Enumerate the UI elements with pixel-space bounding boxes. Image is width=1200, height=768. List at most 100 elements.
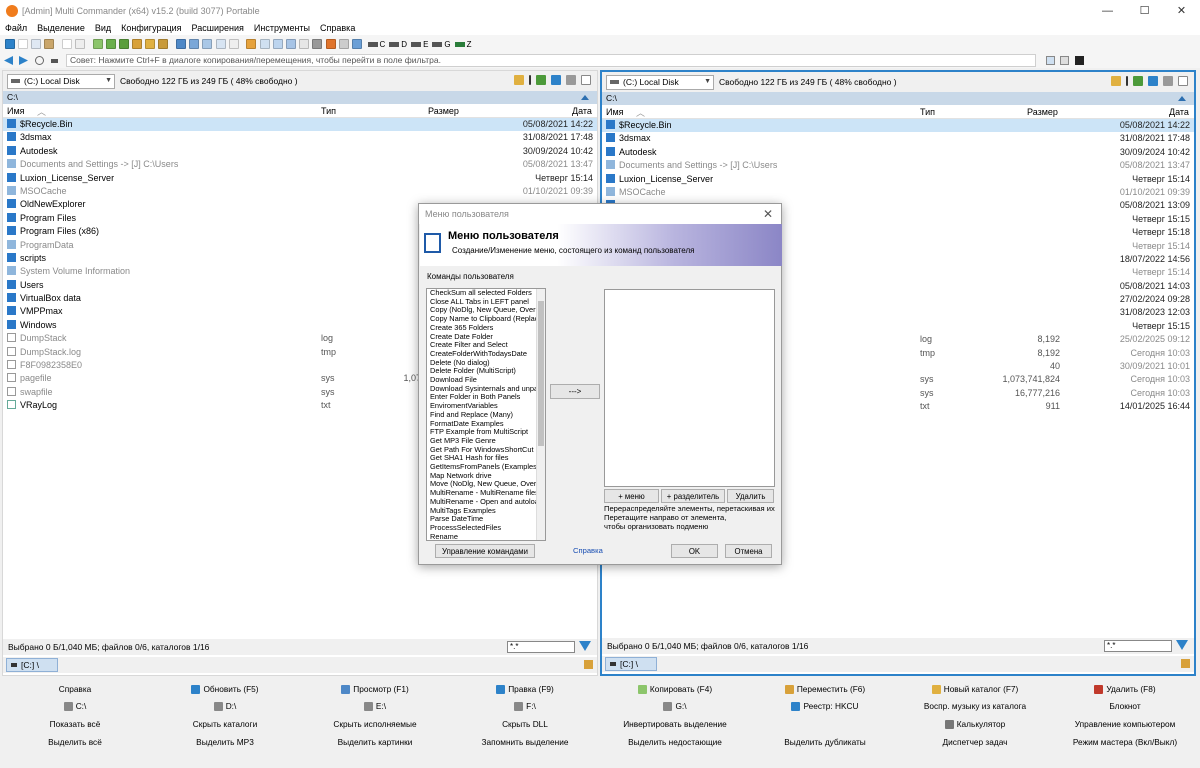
column-type[interactable]: Тип [321,106,336,116]
documents-icon[interactable] [272,39,283,49]
more-icon[interactable] [1178,76,1188,86]
more-icon[interactable] [581,75,591,85]
column-type[interactable]: Тип [920,107,935,117]
file-row[interactable]: Luxion_License_Server Четверг 15:14 [602,173,1194,186]
tab-drive-c[interactable]: [C:] \ [605,657,657,671]
menu-view[interactable]: Вид [95,23,111,33]
menu-selection[interactable]: Выделение [37,23,85,33]
maximize-button[interactable]: ☐ [1126,0,1163,21]
command-item[interactable]: Get Path For WindowsShortCut [427,446,545,455]
function-button[interactable]: Новый каталог (F7) [900,680,1050,698]
command-item[interactable]: Get SHA1 Hash for files [427,454,545,463]
command-item[interactable]: Download Sysinternals and unpa [427,385,545,394]
add-separator-button[interactable]: + разделитель [661,489,725,503]
column-date[interactable]: Дата [1169,107,1189,117]
column-name[interactable]: Имя [7,106,25,116]
folder-icon[interactable] [246,39,257,49]
function-button[interactable]: Скрыть каталоги [150,715,300,733]
command-item[interactable]: Download File [427,376,545,385]
paste-icon[interactable] [44,39,55,49]
command-item[interactable]: ProcessSelectedFiles [427,524,545,533]
cancel-button[interactable]: Отмена [725,544,772,558]
calculator-icon[interactable] [1060,56,1069,65]
search-icon[interactable] [228,39,239,49]
command-item[interactable]: GetItemsFromPanels (Examples) [427,463,545,472]
command-item[interactable]: Create 365 Folders [427,324,545,333]
command-item[interactable]: CheckSum all selected Folders [427,289,545,298]
commands-list[interactable]: CheckSum all selected Folders Close ALL T… [426,288,546,541]
function-button[interactable]: Режим мастера (Вкл/Выкл) [1050,733,1200,751]
downloads-icon[interactable] [299,39,310,49]
command-item[interactable]: Close ALL Tabs in LEFT panel [427,298,545,307]
root-icon[interactable] [1126,76,1128,86]
function-button[interactable]: Показать всё [0,715,150,733]
add-menu-button[interactable]: + меню [604,489,659,503]
menu-configuration[interactable]: Конфигурация [121,23,181,33]
function-button[interactable]: Блокнот [1050,697,1200,715]
command-item[interactable]: Find and Replace (Many) [427,411,545,420]
function-button[interactable]: Инвертировать выделение [600,715,750,733]
file-row[interactable]: Autodesk 30/09/2024 10:42 [3,145,597,158]
unzip-icon[interactable] [158,39,169,49]
drive-button-g[interactable]: G [432,40,451,49]
copy-icon[interactable] [30,39,41,49]
hint-input[interactable]: Совет: Нажмите Ctrl+F в диалоге копирова… [66,54,1036,67]
function-button[interactable]: Калькулятор [900,715,1050,733]
up-icon[interactable] [1133,76,1143,86]
command-item[interactable]: Get MP3 File Genre [427,437,545,446]
scrollbar-thumb[interactable] [538,301,544,446]
add-icon[interactable] [105,39,116,49]
command-item[interactable]: Enter Folder in Both Panels [427,393,545,402]
function-button[interactable]: Реестр: HKCU [750,697,900,715]
image-icon[interactable] [189,39,200,49]
ok-button[interactable]: OK [671,544,718,558]
function-button[interactable]: Выделить картинки [300,733,450,751]
network-icon[interactable] [338,39,349,49]
function-button[interactable]: Выделить недостающие [600,733,750,751]
pictures-icon[interactable] [285,39,296,49]
command-item[interactable]: Move (NoDlg, New Queue, Over [427,480,545,489]
drive-button-d[interactable]: D [389,40,407,49]
refresh-icon[interactable] [4,39,15,49]
function-button[interactable]: D:\ [150,697,300,715]
file-row[interactable]: MSOCache 01/10/2021 09:39 [602,186,1194,199]
color-icon[interactable] [325,39,336,49]
manage-commands-button[interactable]: Управление командами [435,544,535,558]
help-link[interactable]: Справка [573,546,603,555]
command-item[interactable]: Rename [427,533,545,540]
back-icon[interactable] [4,56,13,65]
command-item[interactable]: MultiRename - Open and autoloa [427,498,545,507]
menu-extensions[interactable]: Расширения [192,23,244,33]
path-bar[interactable]: C:\ [602,92,1194,105]
filter-input[interactable]: *.* [1104,640,1172,652]
function-button[interactable]: Скрыть DLL [450,715,600,733]
file-row[interactable]: $Recycle.Bin 05/08/2021 14:22 [602,119,1194,133]
path-bar[interactable]: C:\ [3,91,597,104]
function-button[interactable]: G:\ [600,697,750,715]
command-item[interactable]: Delete Folder (MultiScript) [427,367,545,376]
zip-icon[interactable] [145,39,156,49]
cut-icon[interactable] [17,39,28,49]
add-to-menu-button[interactable]: ---> [550,384,600,399]
root-icon[interactable] [529,75,531,85]
command-item[interactable]: MultiRename - MultiRename files [427,489,545,498]
menu-tools[interactable]: Инструменты [254,23,310,33]
filter-icon[interactable] [579,641,591,651]
minimize-button[interactable]: — [1089,0,1126,21]
function-button[interactable]: Управление компьютером [1050,715,1200,733]
delete-button[interactable]: Удалить [727,489,774,503]
forward-icon[interactable] [19,56,28,65]
command-item[interactable]: FTP Example from MultiScript [427,428,545,437]
up-icon[interactable] [536,75,546,85]
file-row[interactable]: Autodesk 30/09/2024 10:42 [602,146,1194,159]
path-history-icon[interactable] [581,95,589,100]
command-item[interactable]: FormatDate Examples [427,420,545,429]
function-button[interactable]: C:\ [0,697,150,715]
favorites-icon[interactable] [1111,76,1121,86]
filter-input[interactable]: *.* [507,641,575,653]
favorites-icon[interactable] [514,75,524,85]
drive-button-c[interactable]: C [367,40,385,49]
tab-drive-c[interactable]: [C:] \ [6,658,58,672]
menu-file[interactable]: Файл [5,23,27,33]
filter-icon[interactable] [1176,640,1188,650]
